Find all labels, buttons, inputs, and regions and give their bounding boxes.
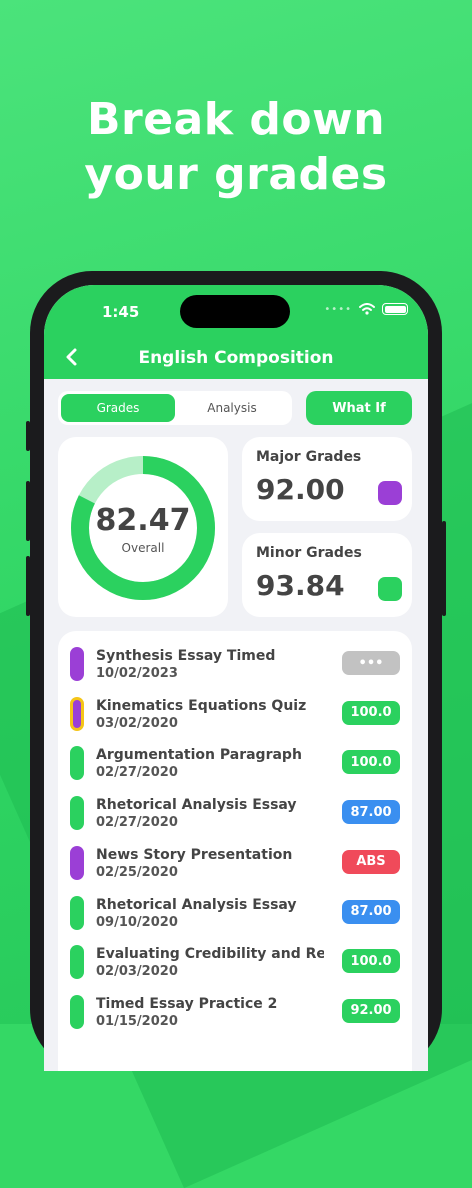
- assignment-name: Rhetorical Analysis Essay: [96, 896, 297, 913]
- grade-badge[interactable]: 87.00: [342, 800, 400, 825]
- minor-color-swatch: [378, 577, 402, 601]
- grade-badge[interactable]: 100.0: [342, 750, 400, 775]
- overall-label: Overall: [121, 541, 165, 555]
- assignment-row[interactable]: News Story Presentation 02/25/2020 ABS: [70, 844, 400, 894]
- major-grades-card[interactable]: Major Grades 92.00: [242, 437, 412, 521]
- major-grades-value: 92.00: [256, 473, 345, 506]
- assignment-name: Rhetorical Analysis Essay: [96, 797, 297, 814]
- grade-badge[interactable]: 92.00: [342, 998, 400, 1023]
- page-title: English Composition: [138, 348, 334, 368]
- assignment-row[interactable]: Argumentation Paragraph 02/27/2020 100.0: [70, 744, 400, 794]
- assignment-list: Synthesis Essay Timed 10/02/2023 ••• Kinema…: [58, 631, 412, 1071]
- assignment-date: 02/03/2020: [96, 964, 178, 980]
- grade-badge[interactable]: 100.0: [342, 700, 400, 725]
- minor-grades-card[interactable]: Minor Grades 93.84: [242, 533, 412, 617]
- what-if-button[interactable]: What If: [306, 391, 412, 425]
- status-time: 1:45: [102, 303, 140, 321]
- assignment-date: 02/25/2020: [96, 864, 178, 880]
- assignment-date: 01/15/2020: [96, 1013, 178, 1029]
- category-indicator: [70, 945, 84, 980]
- overall-grade-card: 82.47 Overall: [58, 437, 228, 617]
- grade-badge[interactable]: 100.0: [342, 949, 400, 974]
- phone-frame: 1:45 •••• English Composition Grades Ana…: [26, 271, 446, 1071]
- assignment-date: 09/10/2020: [96, 914, 178, 930]
- assignment-row[interactable]: Evaluating Credibility and Reli 02/03/202…: [70, 943, 400, 993]
- category-indicator: [70, 647, 84, 681]
- headline-line1: Break down: [86, 94, 386, 145]
- headline: Break down your grades: [0, 92, 472, 202]
- major-color-swatch: [378, 481, 402, 505]
- phone-button: [26, 481, 30, 541]
- phone-button: [26, 556, 30, 616]
- grade-badge[interactable]: 87.00: [342, 899, 400, 924]
- assignment-row[interactable]: Timed Essay Practice 2 01/15/2020 92.00: [70, 993, 400, 1043]
- overall-value: 82.47: [95, 503, 191, 538]
- assignment-row[interactable]: Kinematics Equations Quiz 03/02/2020 100.0: [70, 695, 400, 745]
- assignment-name: Argumentation Paragraph: [96, 747, 302, 764]
- grade-badge[interactable]: ABS: [342, 849, 400, 874]
- app-screen: 1:45 •••• English Composition Grades Ana…: [44, 285, 428, 1071]
- assignment-date: 10/02/2023: [96, 666, 178, 681]
- phone-button: [442, 521, 446, 616]
- category-indicator: [70, 746, 84, 781]
- category-indicator: [70, 895, 84, 930]
- assignment-date: 03/02/2020: [96, 715, 178, 731]
- battery-icon: [382, 303, 408, 315]
- assignment-name: Evaluating Credibility and Reli: [96, 946, 324, 963]
- minor-grades-label: Minor Grades: [256, 545, 362, 561]
- minor-grades-value: 93.84: [256, 569, 345, 602]
- assignment-row[interactable]: Rhetorical Analysis Essay 09/10/2020 87.00: [70, 894, 400, 944]
- grade-badge[interactable]: •••: [342, 651, 400, 675]
- signal-icon: ••••: [324, 303, 352, 315]
- dynamic-island: [180, 295, 290, 328]
- assignment-name: News Story Presentation: [96, 846, 293, 863]
- assignment-row[interactable]: Rhetorical Analysis Essay 02/27/2020 87.00: [70, 794, 400, 844]
- view-segmented-control: Grades Analysis: [58, 391, 292, 425]
- category-indicator: [70, 845, 84, 880]
- assignment-name: Kinematics Equations Quiz: [96, 697, 307, 714]
- assignment-name: Synthesis Essay Timed: [96, 648, 276, 664]
- assignment-name: Timed Essay Practice 2: [96, 995, 278, 1012]
- phone-button: [26, 421, 30, 451]
- category-indicator: [70, 796, 84, 831]
- assignment-row[interactable]: Synthesis Essay Timed 10/02/2023 •••: [70, 645, 400, 695]
- tab-grades[interactable]: Grades: [61, 394, 175, 422]
- tab-analysis[interactable]: Analysis: [175, 394, 289, 422]
- headline-line2: your grades: [84, 149, 388, 200]
- assignment-date: 02/27/2020: [96, 765, 178, 781]
- status-icons: ••••: [324, 303, 408, 315]
- assignment-date: 02/27/2020: [96, 815, 178, 831]
- nav-bar: 1:45 •••• English Composition: [44, 285, 428, 379]
- major-grades-label: Major Grades: [256, 449, 362, 465]
- category-indicator: [70, 696, 84, 731]
- wifi-icon: [359, 303, 375, 315]
